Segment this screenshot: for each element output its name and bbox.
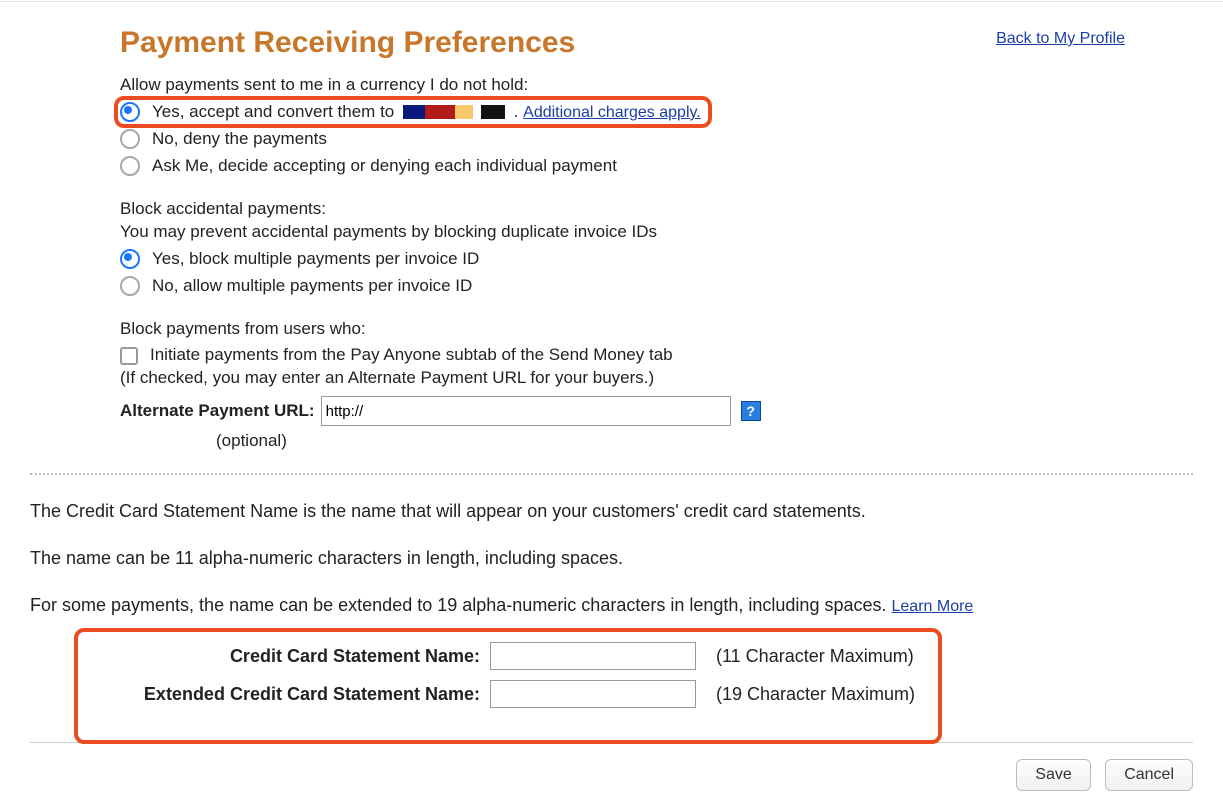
cc-ext-name-label: Extended Credit Card Statement Name: bbox=[80, 684, 480, 705]
currency-preference-section: Allow payments sent to me in a currency … bbox=[120, 74, 1193, 178]
block-users-title: Block payments from users who: bbox=[120, 318, 1193, 341]
learn-more-link[interactable]: Learn More bbox=[892, 598, 974, 615]
bottom-divider bbox=[30, 742, 1193, 743]
help-icon[interactable]: ? bbox=[741, 401, 761, 421]
currency-question: Allow payments sent to me in a currency … bbox=[120, 74, 1193, 97]
block-users-hint: (If checked, you may enter an Alternate … bbox=[120, 367, 1193, 390]
currency-yes-label: Yes, accept and convert them to . Additi… bbox=[152, 101, 701, 124]
dotted-divider bbox=[30, 473, 1193, 475]
block-payanyone-label: Initiate payments from the Pay Anyone su… bbox=[150, 344, 673, 367]
cc-name-hint: (11 Character Maximum) bbox=[716, 646, 914, 667]
block-yes-label: Yes, block multiple payments per invoice… bbox=[152, 248, 479, 271]
accidental-payments-section: Block accidental payments: You may preve… bbox=[120, 198, 1193, 298]
cc-ext-name-input[interactable] bbox=[490, 680, 696, 708]
currency-yes-radio[interactable] bbox=[120, 102, 140, 122]
cc-paragraph-1: The Credit Card Statement Name is the na… bbox=[30, 501, 1193, 522]
cancel-button[interactable]: Cancel bbox=[1105, 759, 1193, 791]
block-users-section: Block payments from users who: Initiate … bbox=[120, 318, 1193, 454]
redacted-currency bbox=[403, 105, 505, 119]
block-payanyone-checkbox[interactable] bbox=[120, 347, 138, 365]
alt-url-input[interactable] bbox=[321, 396, 731, 426]
currency-no-label: No, deny the payments bbox=[152, 128, 327, 151]
block-no-radio[interactable] bbox=[120, 276, 140, 296]
accidental-subtitle: You may prevent accidental payments by b… bbox=[120, 221, 1193, 244]
block-no-label: No, allow multiple payments per invoice … bbox=[152, 275, 472, 298]
cc-ext-name-hint: (19 Character Maximum) bbox=[716, 684, 915, 705]
alt-url-optional: (optional) bbox=[216, 430, 1193, 453]
currency-ask-radio[interactable] bbox=[120, 156, 140, 176]
currency-no-radio[interactable] bbox=[120, 129, 140, 149]
currency-ask-label: Ask Me, decide accepting or denying each… bbox=[152, 155, 617, 178]
save-button[interactable]: Save bbox=[1016, 759, 1090, 791]
page-title: Payment Receiving Preferences bbox=[120, 26, 996, 60]
alt-url-label: Alternate Payment URL: bbox=[120, 400, 315, 423]
accidental-title: Block accidental payments: bbox=[120, 198, 1193, 221]
back-to-profile-link[interactable]: Back to My Profile bbox=[996, 30, 1125, 48]
cc-paragraph-3: For some payments, the name can be exten… bbox=[30, 595, 1193, 616]
cc-paragraph-2: The name can be 11 alpha-numeric charact… bbox=[30, 548, 1193, 569]
additional-charges-link[interactable]: Additional charges apply. bbox=[523, 104, 701, 121]
cc-name-label: Credit Card Statement Name: bbox=[80, 646, 480, 667]
cc-name-input[interactable] bbox=[490, 642, 696, 670]
block-yes-radio[interactable] bbox=[120, 249, 140, 269]
